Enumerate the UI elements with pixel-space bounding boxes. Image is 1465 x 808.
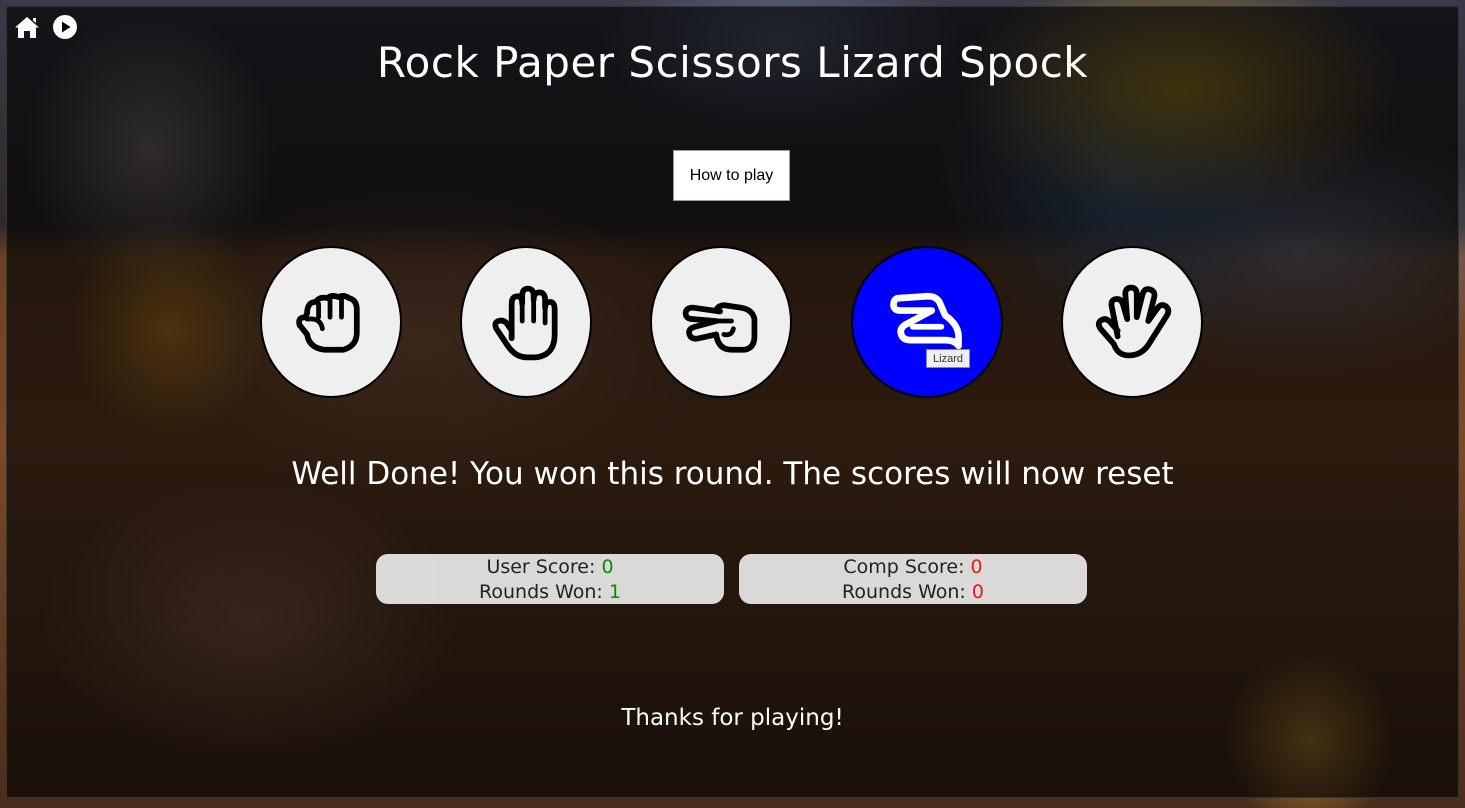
comp-score-line: Comp Score: 0	[739, 555, 1087, 580]
user-rounds-line: Rounds Won: 1	[376, 580, 724, 605]
comp-score-panel: Comp Score: 0 Rounds Won: 0	[739, 554, 1087, 604]
user-score-panel: User Score: 0 Rounds Won: 1	[376, 554, 724, 604]
spock-choice-button[interactable]	[1061, 246, 1203, 398]
user-score-line: User Score: 0	[376, 555, 724, 580]
rock-choice-button[interactable]	[260, 246, 402, 398]
comp-rounds-value: 0	[971, 581, 984, 603]
spock-hand-icon	[1095, 284, 1172, 359]
user-rounds-label: Rounds Won:	[479, 581, 609, 603]
user-score-label: User Score:	[486, 556, 602, 578]
lizard-choice-button[interactable]	[851, 246, 1003, 398]
comp-score-label: Comp Score:	[843, 556, 971, 578]
paper-hand-icon	[492, 285, 558, 361]
page-title: Rock Paper Scissors Lizard Spock	[376, 38, 1089, 87]
top-nav	[14, 14, 78, 40]
how-to-play-button[interactable]: How to play	[673, 150, 790, 201]
comp-rounds-label: Rounds Won:	[842, 581, 972, 603]
play-icon[interactable]	[52, 14, 78, 40]
scissors-hand-icon	[682, 302, 758, 353]
tooltip-lizard: Lizard	[926, 349, 970, 368]
scissors-choice-button[interactable]	[650, 246, 792, 398]
user-rounds-value: 1	[608, 581, 621, 603]
footer-message: Thanks for playing!	[621, 705, 844, 731]
paper-choice-button[interactable]	[460, 246, 592, 398]
comp-rounds-line: Rounds Won: 0	[739, 580, 1087, 605]
user-score-value: 0	[601, 556, 614, 578]
comp-score-value: 0	[970, 556, 983, 578]
result-message: Well Done! You won this round. The score…	[291, 456, 1174, 492]
game-panel	[6, 6, 1459, 798]
rock-hand-icon	[296, 293, 360, 353]
home-icon[interactable]	[14, 14, 40, 40]
